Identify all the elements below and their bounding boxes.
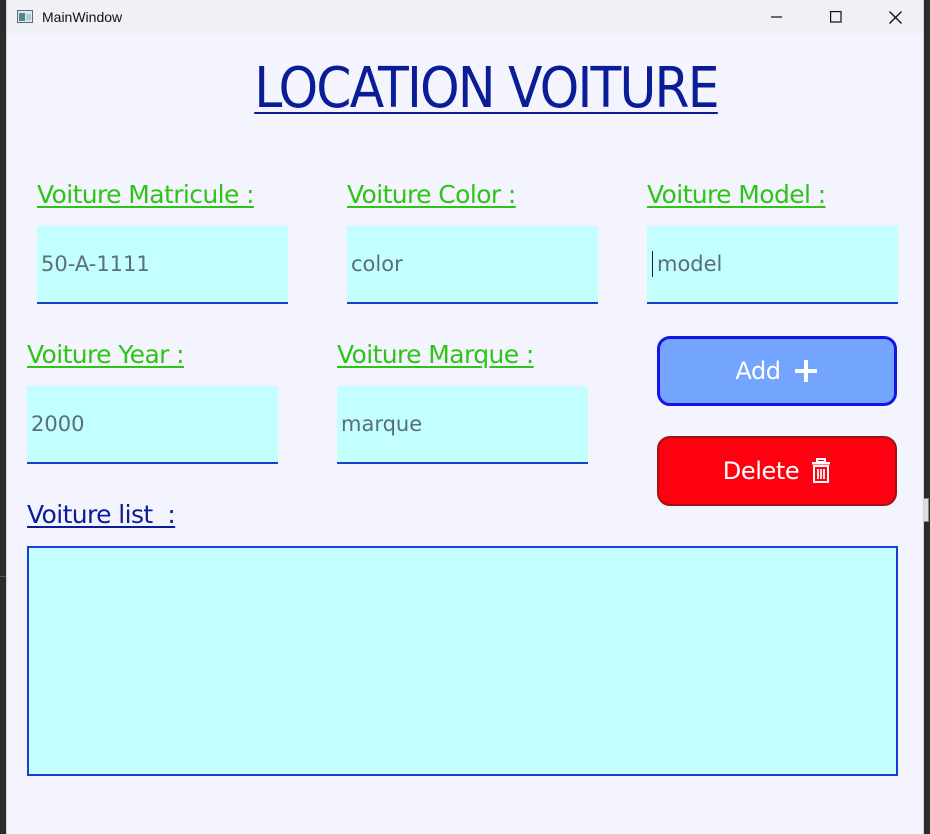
year-label: Voiture Year :: [27, 340, 185, 369]
close-icon: [888, 10, 902, 24]
matricule-input[interactable]: [37, 226, 288, 304]
matricule-label: Voiture Matricule :: [37, 180, 255, 209]
color-input[interactable]: [347, 226, 598, 304]
central-widget: LOCATION VOITURE Voiture Matricule : Voi…: [7, 34, 925, 834]
model-label: Voiture Model :: [647, 180, 826, 209]
trash-icon: [811, 458, 831, 484]
delete-button-label: Delete: [722, 457, 800, 485]
app-icon: [17, 10, 33, 23]
voiture-list[interactable]: [27, 546, 898, 776]
color-label: Voiture Color :: [347, 180, 516, 209]
plus-icon: [793, 358, 819, 384]
model-input[interactable]: [647, 226, 898, 304]
marque-label: Voiture Marque :: [337, 340, 534, 369]
delete-button[interactable]: Delete: [657, 436, 897, 506]
minimize-icon: [771, 16, 782, 18]
maximize-icon: [830, 11, 842, 23]
background-window-edge: [924, 498, 929, 522]
title-bar[interactable]: MainWindow: [7, 0, 923, 34]
page-title: LOCATION VOITURE: [254, 56, 719, 121]
window-title: MainWindow: [42, 9, 123, 25]
add-button-label: Add: [735, 357, 781, 385]
add-button[interactable]: Add: [657, 336, 897, 406]
year-input[interactable]: [27, 386, 278, 464]
marque-input[interactable]: [337, 386, 588, 464]
text-cursor: [652, 251, 653, 277]
main-window: MainWindow LOCATION VOITURE Voiture Matr…: [6, 0, 924, 834]
close-button[interactable]: [866, 0, 924, 34]
list-label: Voiture list :: [27, 500, 176, 529]
minimize-button[interactable]: [748, 0, 806, 34]
maximize-button[interactable]: [807, 0, 865, 34]
